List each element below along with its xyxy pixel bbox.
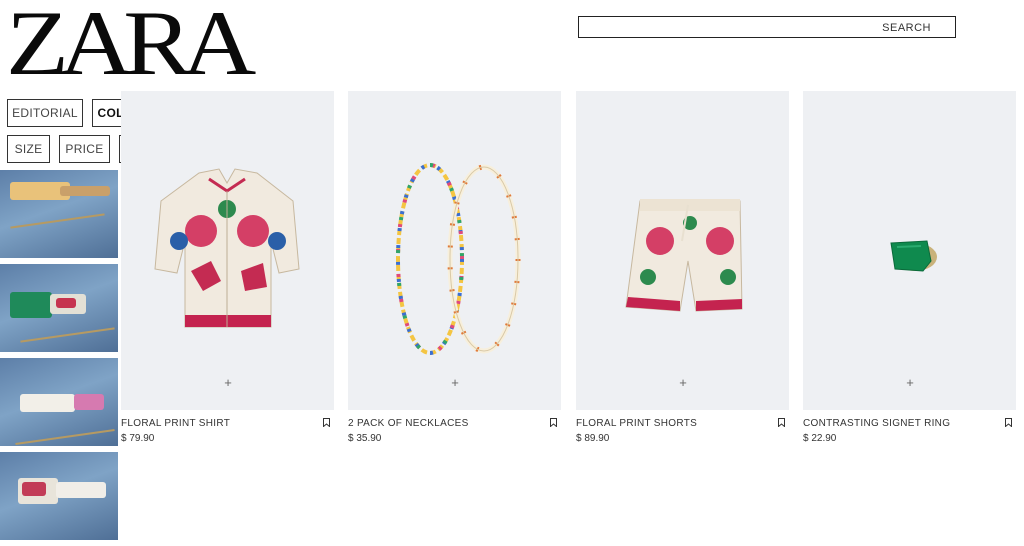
product-price: $ 35.90 <box>348 433 382 444</box>
search-input[interactable]: SEARCH <box>578 16 956 38</box>
editorial-button[interactable]: EDITORIAL <box>7 99 83 127</box>
price-filter-button[interactable]: PRICE <box>59 135 110 163</box>
product-name[interactable]: FLORAL PRINT SHORTS <box>576 418 697 429</box>
product-price: $ 89.90 <box>576 433 610 444</box>
bookmark-icon[interactable] <box>778 418 785 427</box>
floral-shirt-image <box>154 168 300 328</box>
add-to-cart-plus-icon[interactable]: + <box>904 375 916 390</box>
necklaces-image <box>396 163 521 355</box>
editorial-thumbnail-4[interactable] <box>0 452 118 540</box>
product-image-signet-ring[interactable]: + <box>803 91 1016 410</box>
editorial-thumbnail-2[interactable] <box>0 264 118 352</box>
product-name[interactable]: FLORAL PRINT SHIRT <box>121 418 230 429</box>
product-card[interactable]: + 2 PACK OF NECKLACES $ 35.90 <box>348 91 561 444</box>
search-label: SEARCH <box>882 22 931 34</box>
signet-ring-image <box>890 240 937 272</box>
add-to-cart-plus-icon[interactable]: + <box>677 375 689 390</box>
add-to-cart-plus-icon[interactable]: + <box>222 375 234 390</box>
editorial-thumbnails <box>0 170 118 546</box>
product-image-necklaces[interactable]: + <box>348 91 561 410</box>
zara-logo[interactable]: ZARA <box>6 0 256 89</box>
bookmark-icon[interactable] <box>1005 418 1012 427</box>
bookmark-icon[interactable] <box>323 418 330 427</box>
product-name[interactable]: 2 PACK OF NECKLACES <box>348 418 469 429</box>
bookmark-icon[interactable] <box>550 418 557 427</box>
product-image-floral-shorts[interactable]: + <box>576 91 789 410</box>
floral-shorts-image <box>625 199 743 312</box>
editorial-thumbnail-3[interactable] <box>0 358 118 446</box>
product-image-floral-shirt[interactable]: + <box>121 91 334 410</box>
product-card[interactable]: + FLORAL PRINT SHORTS $ 89.90 <box>576 91 789 444</box>
size-filter-button[interactable]: SIZE <box>7 135 50 163</box>
add-to-cart-plus-icon[interactable]: + <box>449 375 461 390</box>
product-price: $ 79.90 <box>121 433 155 444</box>
product-name[interactable]: CONTRASTING SIGNET RING <box>803 418 950 429</box>
product-card[interactable]: + FLORAL PRINT SHIRT $ 79.90 <box>121 91 334 444</box>
editorial-thumbnail-1[interactable] <box>0 170 118 258</box>
product-card[interactable]: + CONTRASTING SIGNET RING $ 22.90 <box>803 91 1016 444</box>
product-price: $ 22.90 <box>803 433 837 444</box>
